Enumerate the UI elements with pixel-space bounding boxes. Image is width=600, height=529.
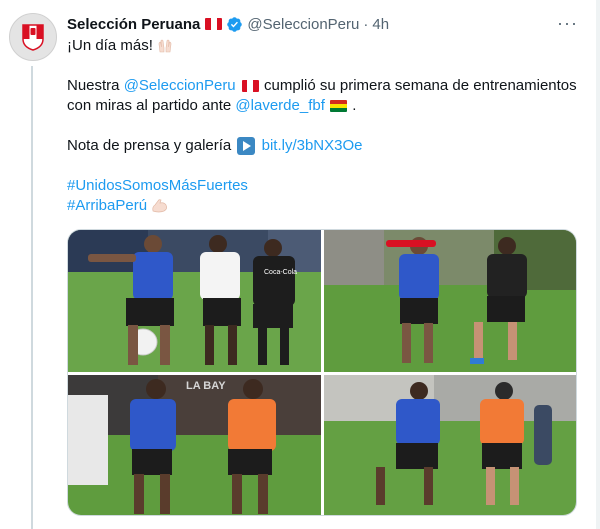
peru-crest-icon bbox=[22, 24, 44, 51]
timeline-border bbox=[596, 0, 600, 529]
header-separator: · bbox=[363, 15, 369, 33]
tweet-line-6: #ArribaPerú bbox=[67, 196, 582, 216]
photo-4-image bbox=[324, 375, 576, 515]
verified-badge-icon bbox=[227, 16, 243, 32]
tweet-line-3: con miras al partido ante @laverde_fbf . bbox=[67, 96, 582, 116]
user-handle[interactable]: @SeleccionPeru bbox=[247, 16, 359, 33]
thread-line bbox=[31, 66, 33, 529]
display-name[interactable]: Selección Peruana bbox=[67, 16, 200, 33]
tweet-header: Selección Peruana @SeleccionPeru · 4h bbox=[67, 14, 389, 34]
tweet-text-segment: cumplió su primera semana de entrenamien… bbox=[259, 77, 577, 94]
tweet-text-segment: Nota de prensa y galería bbox=[67, 137, 236, 154]
tweet-line-4: Nota de prensa y galería bit.ly/3bNX3Oe bbox=[67, 136, 582, 156]
hashtag-unidos[interactable]: #UnidosSomosMásFuertes bbox=[67, 177, 248, 194]
tweet-text-segment: Nuestra bbox=[67, 77, 124, 94]
hashtag-arriba-peru[interactable]: #ArribaPerú bbox=[67, 197, 147, 214]
play-button-icon bbox=[237, 137, 256, 156]
tweet-text-segment: . bbox=[348, 97, 357, 114]
training-photo-3[interactable]: LA BAY bbox=[68, 375, 321, 515]
more-dots-icon[interactable]: ··· bbox=[557, 14, 578, 32]
raised-hands-icon bbox=[158, 39, 172, 53]
tweet-line-2: Nuestra @SeleccionPeru cumplió su primer… bbox=[67, 76, 582, 96]
mention-seleccionperu[interactable]: @SeleccionPeru bbox=[124, 77, 236, 94]
photo-2-image bbox=[324, 230, 576, 372]
timestamp[interactable]: 4h bbox=[372, 16, 389, 33]
training-photo-4[interactable] bbox=[324, 375, 576, 515]
peru-flag-icon bbox=[205, 18, 223, 30]
stadium-banner-text: LA BAY bbox=[186, 380, 226, 392]
tweet-greeting: ¡Un día más! bbox=[67, 37, 153, 54]
tweet-text-segment: con miras al partido ante bbox=[67, 97, 236, 114]
tweet-text: ¡Un día más! Nuestra @SeleccionPeru cump… bbox=[67, 36, 582, 216]
photo-gallery: Coca-Cola LA BAY bbox=[67, 229, 577, 516]
peru-flag-icon bbox=[241, 80, 259, 93]
bolivia-flag-icon bbox=[330, 100, 348, 113]
press-release-link[interactable]: bit.ly/3bNX3Oe bbox=[262, 137, 363, 154]
photo-3-image: LA BAY bbox=[68, 375, 321, 515]
tweet-line-1: ¡Un día más! bbox=[67, 36, 582, 56]
training-photo-2[interactable] bbox=[324, 230, 576, 372]
avatar[interactable] bbox=[9, 13, 57, 61]
photo-1-image: Coca-Cola bbox=[68, 230, 321, 372]
sponsor-logo-text: Coca-Cola bbox=[264, 269, 297, 276]
flexed-biceps-icon bbox=[152, 199, 168, 213]
training-photo-1[interactable]: Coca-Cola bbox=[68, 230, 321, 372]
mention-laverde-fbf[interactable]: @laverde_fbf bbox=[235, 97, 324, 114]
tweet-line-5: #UnidosSomosMásFuertes bbox=[67, 176, 582, 196]
